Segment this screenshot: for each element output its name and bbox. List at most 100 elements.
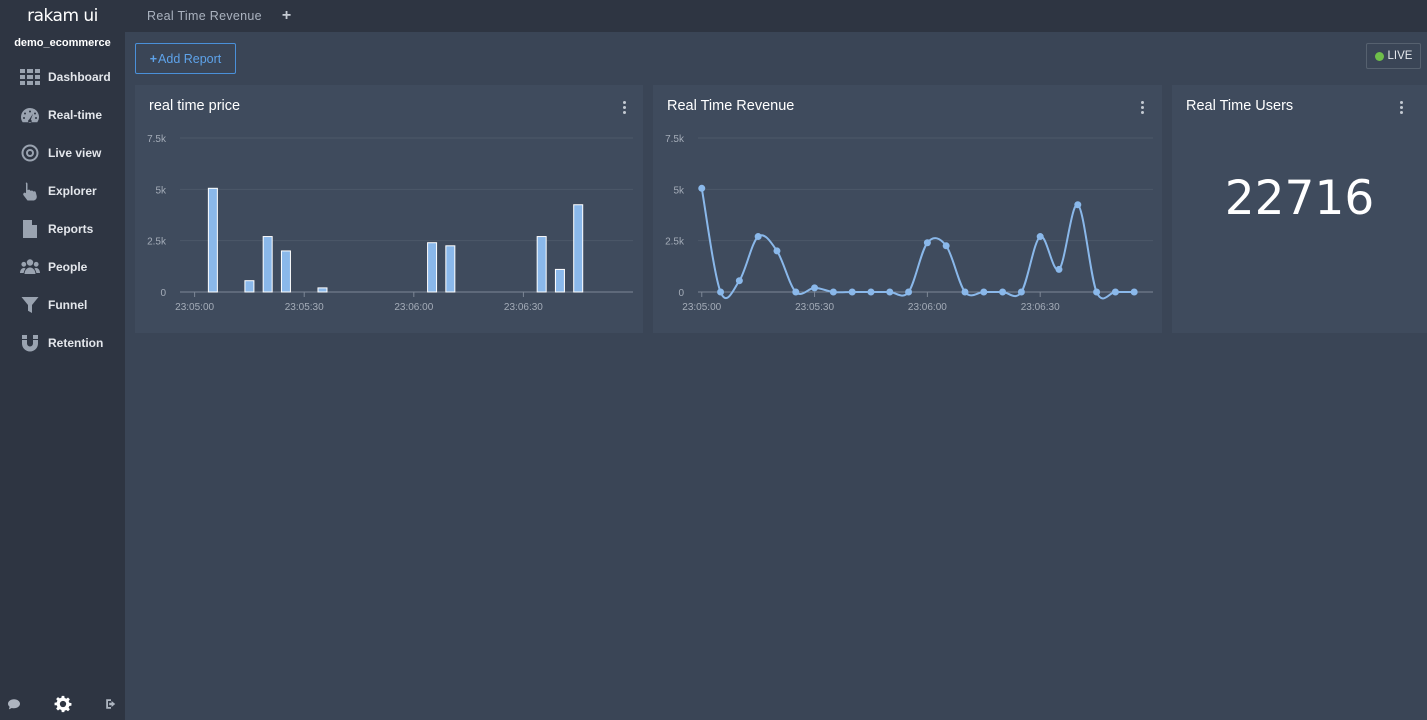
sidebar-footer (0, 692, 125, 720)
series-line (700, 188, 1135, 300)
plus-icon: + (149, 51, 158, 66)
add-tab-button[interactable]: + (282, 8, 291, 24)
brand-logo[interactable]: rakam ui (0, 0, 125, 32)
bar[interactable] (554, 268, 565, 293)
funnel-icon (20, 295, 40, 315)
report-card-real-time-users: Real Time Users 22716 (1172, 85, 1427, 333)
data-point[interactable] (1017, 288, 1025, 296)
card-title: real time price (149, 98, 241, 114)
users-count: 22716 (1224, 171, 1375, 226)
live-label: LIVE (1387, 50, 1413, 62)
x-tick-label: 23:05:30 (285, 302, 324, 313)
sidebar-item-label: Real-time (48, 108, 103, 122)
x-tick-label: 23:05:00 (175, 302, 214, 313)
data-point[interactable] (999, 288, 1007, 296)
data-point[interactable] (923, 239, 931, 247)
bar[interactable] (427, 242, 438, 293)
sidebar-item-label: People (48, 260, 88, 274)
bar[interactable] (207, 187, 218, 293)
x-tick-label: 23:06:30 (504, 302, 543, 313)
y-tick-label: 0 (678, 288, 684, 299)
logout-icon[interactable] (105, 697, 117, 715)
add-report-label: Add Report (158, 51, 222, 66)
sidebar-item-people[interactable]: People (0, 248, 125, 286)
document-icon (20, 219, 40, 239)
data-point[interactable] (1055, 265, 1063, 273)
y-tick-label: 7.5k (665, 134, 685, 145)
card-menu-button[interactable] (619, 99, 629, 115)
data-point[interactable] (698, 184, 706, 192)
data-point[interactable] (829, 288, 837, 296)
bar[interactable] (445, 245, 456, 293)
data-point[interactable] (1093, 288, 1101, 296)
sidebar-item-funnel[interactable]: Funnel (0, 286, 125, 324)
sidebar-item-label: Dashboard (48, 70, 111, 84)
data-point[interactable] (1074, 201, 1082, 209)
sidebar-item-label: Explorer (48, 184, 97, 198)
sidebar-item-explorer[interactable]: Explorer (0, 172, 125, 210)
data-point[interactable] (905, 288, 913, 296)
bar[interactable] (536, 236, 547, 293)
target-icon (20, 143, 40, 163)
y-tick-label: 2.5k (665, 237, 685, 248)
pointer-hand-icon (20, 181, 40, 201)
revenue-line-chart: 0 2.5k 5k 7.5k 23:05:00 23:05:30 23:06:00 23:06… (665, 134, 1153, 313)
live-toggle[interactable]: LIVE (1366, 43, 1421, 69)
y-tick-label: 7.5k (147, 134, 167, 145)
data-point[interactable] (1130, 288, 1138, 296)
people-icon (20, 257, 40, 277)
card-menu-button[interactable] (1137, 99, 1147, 115)
y-tick-label: 2.5k (147, 237, 167, 248)
bar[interactable] (280, 250, 291, 293)
x-tick-label: 23:05:00 (682, 302, 721, 313)
x-tick-label: 23:05:30 (795, 302, 834, 313)
project-name[interactable]: demo_ecommerce (0, 37, 125, 49)
sidebar-item-label: Retention (48, 336, 104, 350)
grid-icon (20, 67, 40, 87)
card-menu-button[interactable] (1396, 99, 1406, 115)
data-point[interactable] (792, 288, 800, 296)
data-point[interactable] (867, 288, 875, 296)
sidebar-item-label: Funnel (48, 298, 88, 312)
bar[interactable] (262, 236, 273, 293)
data-point[interactable] (1111, 288, 1119, 296)
price-bar-chart: 0 2.5k 5k 7.5k 23:05:00 23:05:30 23:06:00 23:06… (147, 134, 633, 313)
sidebar: rakam ui demo_ecommerce Dashboard Real-t… (0, 0, 125, 720)
sidebar-item-dashboard[interactable]: Dashboard (0, 58, 125, 96)
top-bar: Real Time Revenue + (125, 0, 1427, 32)
y-tick-label: 5k (673, 185, 685, 196)
data-point[interactable] (735, 277, 743, 285)
x-tick-label: 23:06:00 (908, 302, 947, 313)
data-point[interactable] (717, 288, 725, 296)
magnet-icon (20, 333, 40, 353)
data-point[interactable] (942, 242, 950, 250)
data-point[interactable] (848, 288, 856, 296)
card-title: Real Time Users (1186, 98, 1294, 114)
data-point[interactable] (773, 247, 781, 255)
gear-icon[interactable] (54, 695, 72, 718)
bar[interactable] (317, 287, 328, 293)
bar[interactable] (244, 280, 255, 293)
data-point[interactable] (886, 288, 894, 296)
sidebar-item-retention[interactable]: Retention (0, 324, 125, 362)
sidebar-item-label: Live view (48, 146, 102, 160)
data-point[interactable] (980, 288, 988, 296)
gauge-icon (20, 105, 40, 125)
report-card-real-time-price: 0 2.5k 5k 7.5k 23:05:00 23:05:30 23:06:00 23:06… (135, 85, 643, 333)
y-tick-label: 5k (155, 185, 167, 196)
data-point[interactable] (754, 233, 762, 241)
sidebar-item-reports[interactable]: Reports (0, 210, 125, 248)
live-status-dot (1374, 51, 1384, 61)
tab-real-time-revenue[interactable]: Real Time Revenue (125, 9, 262, 23)
add-report-button[interactable]: + Add Report (135, 43, 236, 74)
data-point[interactable] (811, 284, 819, 292)
y-tick-label: 0 (160, 288, 166, 299)
bar[interactable] (573, 204, 584, 293)
card-title: Real Time Revenue (667, 98, 795, 114)
sidebar-item-real-time[interactable]: Real-time (0, 96, 125, 134)
sidebar-item-live-view[interactable]: Live view (0, 134, 125, 172)
chat-icon[interactable] (8, 697, 20, 715)
data-point[interactable] (961, 288, 969, 296)
x-tick-label: 23:06:00 (394, 302, 433, 313)
data-point[interactable] (1036, 233, 1044, 241)
